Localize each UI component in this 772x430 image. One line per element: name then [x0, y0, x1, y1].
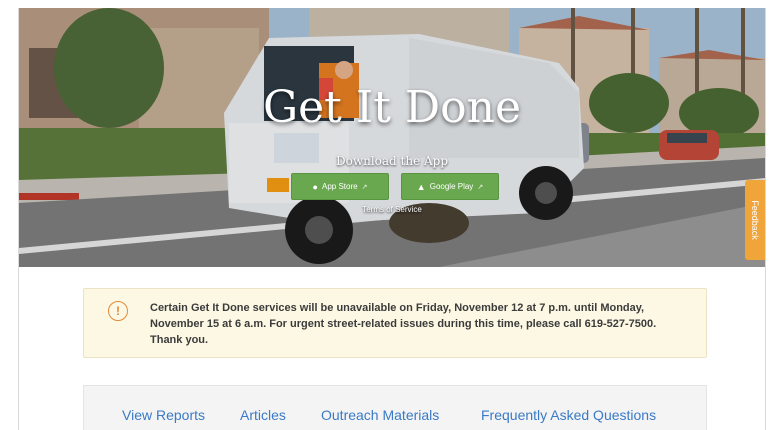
apple-icon: ●: [312, 181, 318, 192]
android-icon: ▲: [416, 181, 426, 192]
app-store-button[interactable]: ● App Store ↗: [291, 173, 389, 200]
feedback-label: Feedback: [750, 200, 760, 240]
nav-articles[interactable]: Articles: [240, 407, 286, 423]
page-frame: Get It Done Download the App ● App Store…: [18, 8, 766, 430]
terms-of-service-link[interactable]: Terms of Service: [19, 205, 765, 214]
external-link-icon: ↗: [477, 183, 484, 191]
external-link-icon: ↗: [361, 183, 368, 191]
app-store-label: App Store: [321, 182, 358, 191]
nav-outreach-materials[interactable]: Outreach Materials: [321, 407, 439, 423]
hero-title: Get It Done: [262, 82, 522, 133]
resource-nav: View Reports Articles Outreach Materials…: [83, 385, 707, 430]
nav-view-reports[interactable]: View Reports: [122, 407, 205, 423]
hero-banner: Get It Done Download the App ● App Store…: [19, 8, 765, 267]
street-sweeper-photo: [19, 8, 765, 267]
service-notice: ! Certain Get It Done services will be u…: [83, 288, 707, 358]
notice-text: Certain Get It Done services will be una…: [150, 302, 657, 346]
google-play-button[interactable]: ▲ Google Play ↗: [401, 173, 499, 200]
download-app-label: Download the App: [335, 154, 449, 168]
google-play-label: Google Play: [429, 182, 474, 191]
nav-faq[interactable]: Frequently Asked Questions: [481, 407, 656, 423]
feedback-tab[interactable]: Feedback: [745, 180, 765, 260]
alert-circle-icon: !: [108, 301, 128, 321]
